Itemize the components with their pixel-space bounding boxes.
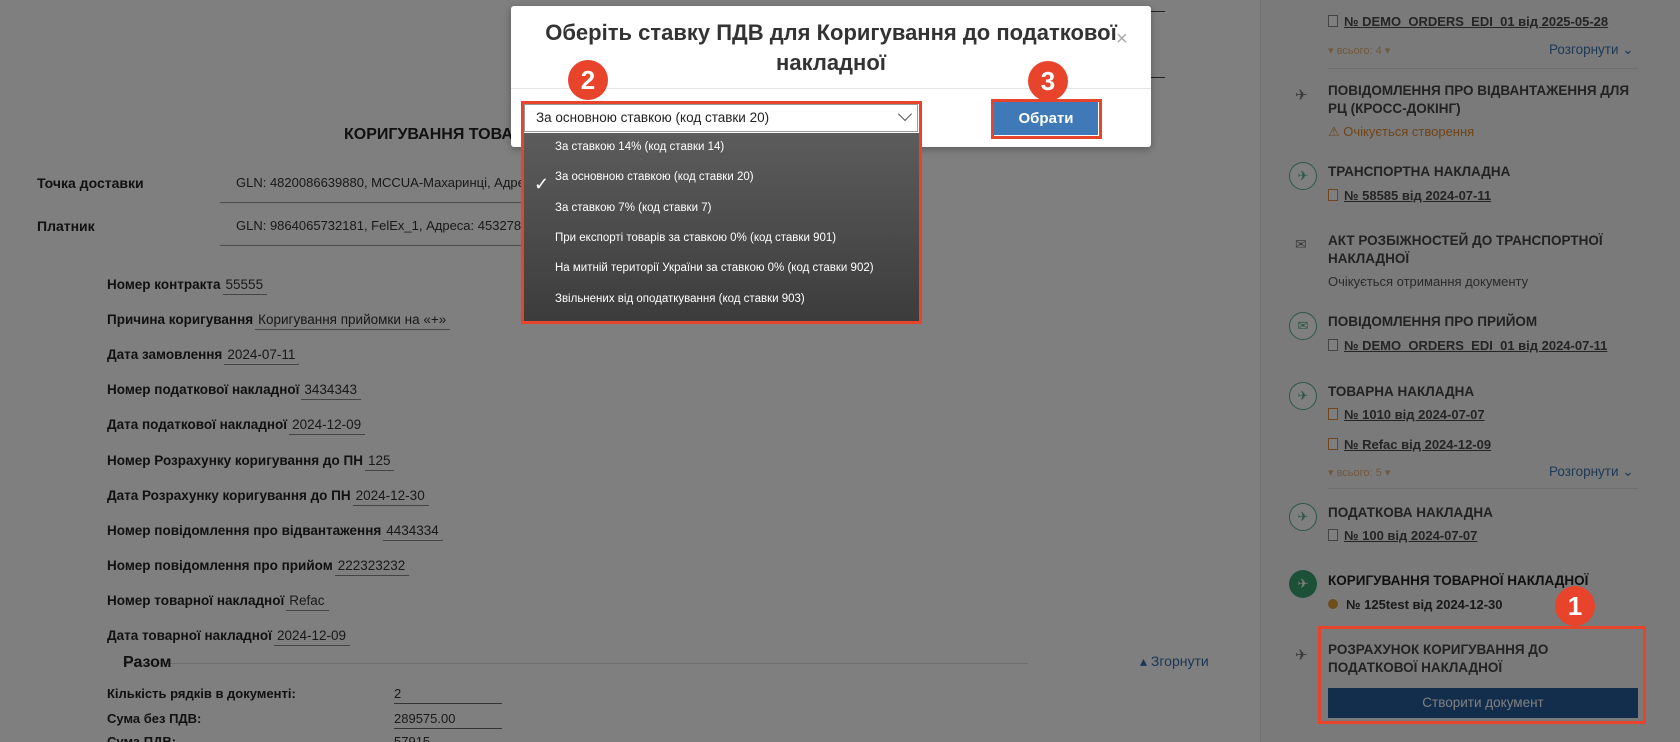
step-badge-2: 2 [568, 60, 608, 100]
close-icon[interactable]: × [1116, 28, 1128, 51]
step-badge-3: 3 [1028, 61, 1068, 101]
annotation-box-dropdown [521, 101, 922, 324]
annotation-box-create [1318, 626, 1646, 724]
step-badge-1: 1 [1555, 586, 1595, 626]
annotation-box-select-button [991, 99, 1102, 139]
